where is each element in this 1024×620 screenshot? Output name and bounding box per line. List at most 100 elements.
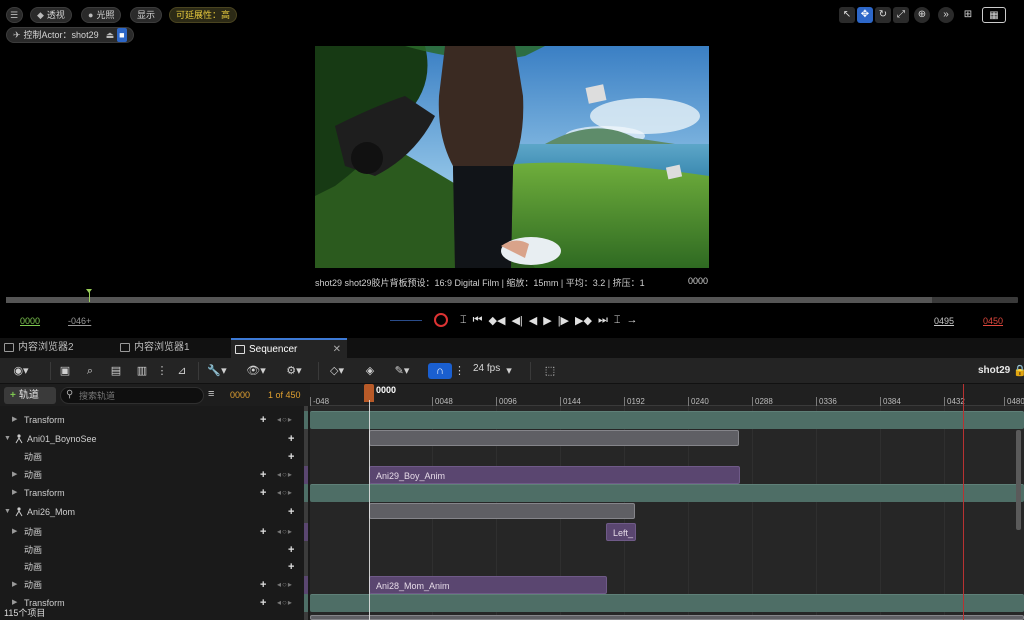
close-icon[interactable]: ✕: [333, 340, 341, 360]
fps-dropdown-icon[interactable]: ▾: [504, 363, 514, 379]
track-row[interactable]: ▶ 动画 + ◂○▸: [0, 523, 304, 541]
more-options-icon[interactable]: »: [938, 7, 954, 23]
step-forward-icon[interactable]: |▶: [558, 314, 569, 327]
add-key-button[interactable]: +: [260, 466, 266, 484]
next-key-icon[interactable]: ▶◆: [575, 314, 592, 327]
add-track-plus-button[interactable]: +: [288, 503, 294, 521]
snap-magnet-icon[interactable]: ∩: [428, 363, 452, 379]
add-track-plus-button[interactable]: +: [288, 541, 294, 559]
start-offset-label[interactable]: -046+: [68, 316, 91, 326]
set-end-icon[interactable]: ⌶: [614, 314, 621, 327]
left-anim-section[interactable]: Left_: [606, 523, 636, 541]
jump-to-start-icon[interactable]: ⏮: [473, 314, 483, 327]
render-movie-icon[interactable]: ▤: [108, 363, 124, 379]
key-interp-icon[interactable]: ◇▾: [324, 363, 350, 379]
collapse-arrow-icon[interactable]: ▼: [4, 503, 11, 521]
actor-section[interactable]: [310, 615, 1024, 620]
track-search-box[interactable]: ⚲: [60, 387, 204, 404]
mom-anim-section[interactable]: Ani28_Mom_Anim: [369, 576, 607, 594]
vertical-scrollbar[interactable]: [1016, 430, 1021, 530]
scalability-button[interactable]: 可延展性：高: [169, 7, 238, 23]
tab-content-browser-2[interactable]: 内容浏览器2: [0, 338, 110, 358]
collapse-arrow-icon[interactable]: ▼: [4, 430, 11, 448]
loop-icon[interactable]: →: [626, 314, 637, 326]
key-nav-icon[interactable]: ◂○▸: [277, 411, 293, 429]
track-options-icon[interactable]: ⋮: [156, 363, 168, 379]
add-key-button[interactable]: +: [260, 523, 266, 541]
track-row[interactable]: ▶ Transform + ◂○▸: [0, 411, 304, 429]
lit-mode-button[interactable]: ● 光照: [81, 7, 122, 23]
key-nav-icon[interactable]: ◂○▸: [277, 484, 293, 502]
track-search-input[interactable]: [79, 389, 199, 402]
snap-options-icon[interactable]: ⋮: [454, 363, 465, 379]
actor-section[interactable]: [369, 503, 635, 519]
add-key-button[interactable]: +: [260, 484, 266, 502]
world-local-icon[interactable]: ⊕: [914, 7, 930, 23]
fps-label[interactable]: 24 fps: [473, 363, 500, 374]
step-back-icon[interactable]: ◀|: [511, 314, 522, 327]
add-track-plus-button[interactable]: +: [288, 448, 294, 466]
prev-key-icon[interactable]: ◆◀: [489, 314, 506, 327]
playhead-line[interactable]: [369, 400, 370, 620]
filter-icon[interactable]: ≡: [208, 388, 214, 400]
save-icon[interactable]: ▣: [58, 363, 72, 379]
curve-editor-icon[interactable]: ⬚: [542, 363, 558, 379]
playback-end-marker[interactable]: [963, 384, 964, 620]
edit-pencil-icon[interactable]: ✎▾: [388, 363, 416, 379]
scale-mode-icon[interactable]: ⤢: [893, 7, 909, 23]
expand-arrow-icon[interactable]: ▶: [12, 411, 17, 429]
time-ruler[interactable]: -048 0048 0096 0144 0192 0240 0288 0336 …: [310, 384, 1024, 406]
perspective-button[interactable]: ◆ 透视: [30, 7, 72, 23]
add-key-button[interactable]: +: [260, 411, 266, 429]
expand-arrow-icon[interactable]: ▶: [12, 484, 17, 502]
key-nav-icon[interactable]: ◂○▸: [277, 576, 293, 594]
lock-icon[interactable]: 🔒: [1013, 363, 1024, 379]
track-row[interactable]: ▶ Transform + ◂○▸: [0, 484, 304, 502]
rotate-mode-icon[interactable]: ↻: [875, 7, 891, 23]
track-row[interactable]: 动画 +: [0, 558, 304, 576]
add-track-plus-button[interactable]: +: [288, 558, 294, 576]
track-row[interactable]: 动画 +: [0, 541, 304, 559]
camera-cut-icon[interactable]: ⊿: [174, 363, 190, 379]
translate-mode-icon[interactable]: ✥: [857, 7, 873, 23]
select-mode-icon[interactable]: ↖: [839, 7, 855, 23]
transform-section[interactable]: [310, 411, 1024, 429]
scrub-playhead[interactable]: [86, 289, 92, 302]
boy-anim-section[interactable]: Ani29_Boy_Anim: [369, 466, 740, 484]
view-eye-icon[interactable]: 👁▾: [242, 363, 270, 379]
expand-arrow-icon[interactable]: ▶: [12, 523, 17, 541]
viewport-menu-button[interactable]: ☰: [6, 7, 23, 23]
track-row[interactable]: ▼ Ani01_BoynoSee +: [0, 430, 304, 448]
play-icon[interactable]: ▶: [543, 314, 551, 327]
layout-icon[interactable]: ⊞: [960, 7, 976, 23]
add-track-button[interactable]: + 轨道: [4, 387, 56, 404]
clapper-icon[interactable]: ▥: [134, 363, 150, 379]
start-frame-label[interactable]: 0000: [20, 316, 40, 326]
track-row[interactable]: 动画 +: [0, 448, 304, 466]
key-nav-icon[interactable]: ◂○▸: [277, 523, 293, 541]
actor-section[interactable]: [369, 430, 739, 446]
set-start-icon[interactable]: ⌶: [460, 314, 467, 327]
add-key-button[interactable]: +: [260, 576, 266, 594]
tab-content-browser-1[interactable]: 内容浏览器1: [116, 338, 226, 358]
pilot-actor-chip[interactable]: ✈ 控制Actor：shot29 ⏏ ■: [6, 27, 134, 43]
expand-arrow-icon[interactable]: ▶: [12, 576, 17, 594]
eject-icon[interactable]: ⏏: [106, 28, 115, 42]
track-lanes[interactable]: Ani29_Boy_Anim Left_ Ani28_Mom_Anim: [310, 406, 1024, 620]
show-menu-button[interactable]: 显示: [130, 7, 163, 23]
level-viewport[interactable]: ☰ ◆ 透视 ● 光照 显示 可延展性：高 ✈ 控制Actor：shot29 ⏏ ■…: [0, 0, 1024, 338]
world-settings-icon[interactable]: ◉▾: [8, 363, 34, 379]
track-row[interactable]: ▶ 动画 + ◂○▸: [0, 576, 304, 594]
add-track-plus-button[interactable]: +: [288, 430, 294, 448]
jump-to-end-icon[interactable]: ⏭: [598, 314, 608, 327]
transform-section[interactable]: [310, 484, 1024, 502]
transform-section[interactable]: [310, 594, 1024, 612]
record-icon[interactable]: [434, 313, 448, 327]
track-row[interactable]: ▼ Ani26_Mom +: [0, 503, 304, 521]
transport-time-field[interactable]: [390, 319, 422, 321]
play-reverse-icon[interactable]: ◀: [529, 314, 537, 327]
track-row[interactable]: ▶ 动画 + ◂○▸: [0, 466, 304, 484]
playback-options-icon[interactable]: ⚙▾: [280, 363, 308, 379]
autokey-icon[interactable]: ◈: [362, 363, 378, 379]
grid-snap-icon[interactable]: ▦: [982, 7, 1006, 23]
